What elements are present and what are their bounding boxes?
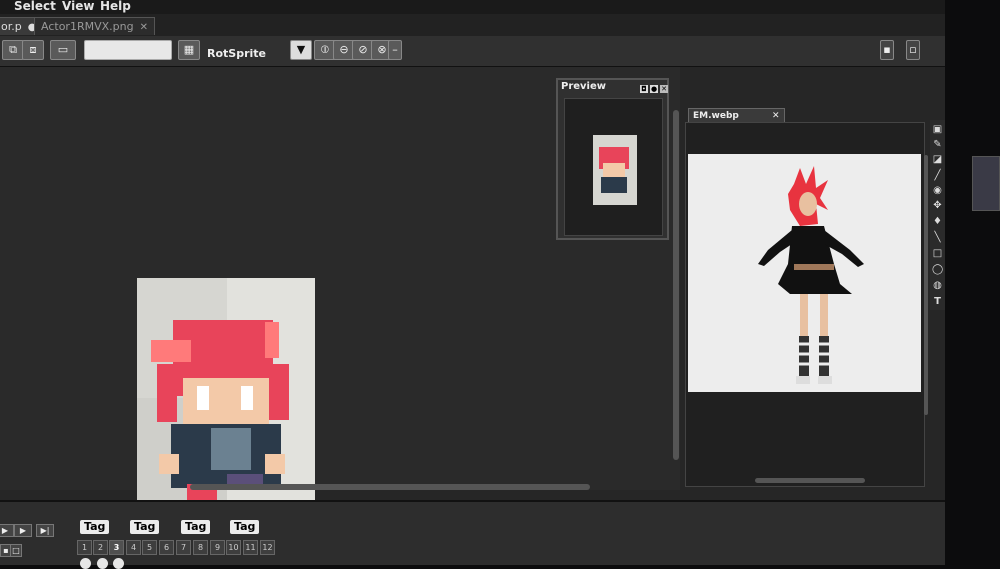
copy-icon[interactable]: ⧉ (2, 40, 24, 60)
chevron-down-icon[interactable]: ▼ (290, 40, 312, 60)
reference-tab-label: EM.webp (693, 111, 739, 121)
tool-strip: ▣ ✎ ◪ ╱ ◉ ✥ ♦ ╲ □ ◯ ◍ T (930, 120, 945, 310)
sprite-eye-left (197, 386, 209, 410)
sprite-hand (265, 454, 285, 474)
timeline-tag[interactable]: Tag (181, 520, 211, 534)
frame-number[interactable]: 2 (93, 540, 108, 555)
grid-icon[interactable]: ▦ (178, 40, 200, 60)
frame-number-current[interactable]: 3 (109, 540, 124, 555)
frame-number[interactable]: 9 (210, 540, 225, 555)
timeline-tag[interactable]: Tag (230, 520, 260, 534)
app-window: Select View Help or.p ● Actor1RMVX.png ✕ ⧉… (0, 0, 945, 569)
menu-view[interactable]: View (62, 0, 94, 13)
frame-number[interactable]: 1 (77, 540, 92, 555)
tab-label: Actor1RMVX.png (41, 20, 134, 33)
menu-help[interactable]: Help (100, 0, 131, 13)
timeline-panel: ▶ ▶ ▶| ▪ □ Tag Tag Tag Tag 1 2 3 4 5 6 7… (0, 500, 945, 569)
frame-number[interactable]: 8 (193, 540, 208, 555)
pause-icon[interactable]: ▶ (14, 524, 32, 537)
reference-image[interactable] (688, 154, 921, 392)
shading-icon[interactable]: ◍ (932, 280, 943, 291)
sprite-face (603, 163, 625, 177)
next-frame-icon[interactable]: ▶| (36, 524, 54, 537)
pin-icon[interactable]: ◘ (640, 85, 648, 93)
ellipse-icon[interactable]: ◯ (932, 264, 943, 275)
eraser-icon[interactable]: ◪ (932, 154, 943, 165)
line-icon[interactable]: ╲ (932, 232, 943, 243)
play-icon[interactable]: ▶ (0, 524, 14, 537)
reference-vertical-scrollbar[interactable] (924, 155, 928, 415)
tab-actor-file[interactable]: Actor1RMVX.png ✕ (34, 17, 155, 35)
preview-title: Preview (561, 81, 607, 92)
dropper-icon[interactable]: ♦ (932, 216, 943, 227)
rotation-algorithm-select[interactable]: RotSprite (207, 44, 287, 64)
sprite-body (601, 177, 627, 193)
brush-icon[interactable]: ╱ (932, 170, 943, 181)
menu-select[interactable]: Select (14, 0, 56, 13)
close-icon[interactable]: ✕ (140, 22, 148, 33)
toolbar: ⧉ ⧈ ▭ ▦ RotSprite ▼ ⦶ ⊖ ⊘ ⊗ – ▪ ▫ (0, 36, 945, 67)
paste-icon[interactable]: ⧈ (22, 40, 44, 60)
sprite-eye-right (241, 386, 253, 410)
sprite-hair-side (269, 364, 289, 420)
pencil-icon[interactable]: ✎ (932, 139, 943, 150)
frame-number[interactable]: 4 (126, 540, 141, 555)
preview-viewport (564, 98, 663, 236)
sprite-belt (227, 474, 263, 484)
canvas-vertical-scrollbar[interactable] (673, 110, 679, 460)
close-icon[interactable]: ✕ (660, 85, 668, 93)
preview-sprite-image (593, 135, 637, 205)
filename-field[interactable] (84, 40, 172, 60)
character-reference-art (758, 166, 864, 384)
dock-icon[interactable]: ▪ (880, 40, 894, 60)
tab-label: or.p (1, 20, 22, 33)
sprite-canvas-image[interactable] (137, 278, 315, 500)
frame-number[interactable]: 6 (159, 540, 174, 555)
maximize-icon[interactable]: ▫ (906, 40, 920, 60)
cel-marker[interactable] (113, 558, 124, 569)
sprite-hand (159, 454, 179, 474)
minus-icon[interactable]: – (388, 40, 402, 60)
timeline-tag[interactable]: Tag (130, 520, 160, 534)
sprite-collar (211, 428, 251, 470)
image-icon[interactable]: ▭ (50, 40, 76, 60)
sprite-face (183, 378, 269, 430)
menu-bar: Select View Help (0, 0, 945, 14)
preview-panel: Preview ◘ ● ✕ (556, 78, 669, 240)
cel-marker[interactable] (80, 558, 91, 569)
onion-skin-icon[interactable]: □ (10, 544, 22, 557)
canvas-horizontal-scrollbar[interactable] (190, 484, 590, 490)
text-icon[interactable]: T (932, 296, 943, 307)
reference-horizontal-scrollbar[interactable] (755, 478, 865, 483)
external-window[interactable] (972, 156, 1000, 211)
document-tabs: or.p ● Actor1RMVX.png ✕ (0, 14, 945, 36)
select-icon[interactable]: ▣ (932, 124, 943, 135)
rect-icon[interactable]: □ (932, 248, 943, 259)
cel-marker[interactable] (97, 558, 108, 569)
close-icon[interactable]: ✕ (772, 111, 780, 121)
frame-number[interactable]: 7 (176, 540, 191, 555)
settings-icon[interactable]: ● (650, 85, 658, 93)
move-icon[interactable]: ✥ (932, 200, 943, 211)
timeline-tag[interactable]: Tag (80, 520, 110, 534)
sprite-hair-spike (265, 322, 279, 358)
frame-number[interactable]: 12 (260, 540, 275, 555)
sprite-hair-side (157, 364, 177, 422)
frame-number[interactable]: 11 (243, 540, 258, 555)
frame-number[interactable]: 10 (226, 540, 241, 555)
frame-number[interactable]: 5 (142, 540, 157, 555)
sprite-hair-tuft (151, 340, 191, 362)
fill-icon[interactable]: ◉ (932, 185, 943, 196)
